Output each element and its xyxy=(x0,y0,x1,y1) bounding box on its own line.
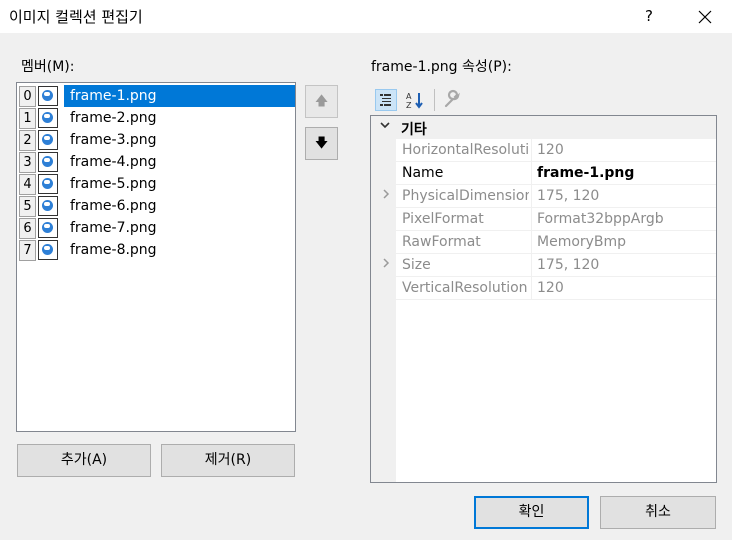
move-down-button[interactable]: 🡇 xyxy=(305,127,338,160)
chevron-right-icon[interactable] xyxy=(381,257,391,272)
list-item[interactable]: 5 frame-6.png xyxy=(19,195,295,217)
properties-label: frame-1.png 속성(P): xyxy=(371,59,512,75)
members-list[interactable]: 0 frame-1.png 1 frame-2.png 2 frame-3.pn… xyxy=(16,82,296,432)
window-title: 이미지 컬렉션 편집기 xyxy=(9,8,143,26)
image-thumbnail-icon xyxy=(38,196,58,216)
ok-button[interactable]: 확인 xyxy=(474,496,589,529)
property-name: RawFormat xyxy=(402,234,481,250)
property-row[interactable]: PixelFormat Format32bppArgb xyxy=(371,208,716,231)
list-item[interactable]: 7 frame-8.png xyxy=(19,239,295,261)
move-up-button[interactable]: 🡅 xyxy=(305,85,338,118)
list-item[interactable]: 1 frame-2.png xyxy=(19,107,295,129)
property-name: HorizontalResolution xyxy=(402,142,529,158)
image-thumbnail-icon xyxy=(38,86,58,106)
property-row[interactable]: HorizontalResolution 120 xyxy=(371,139,716,162)
arrow-down-icon: 🡇 xyxy=(314,136,329,151)
property-grid[interactable]: 기타 HorizontalResolution 120 Name frame-1… xyxy=(370,115,717,483)
categorized-icon xyxy=(380,94,391,106)
item-name: frame-4.png xyxy=(70,154,157,170)
chevron-right-icon[interactable] xyxy=(381,188,391,203)
title-bar: 이미지 컬렉션 편집기 ? xyxy=(0,0,732,33)
property-pages-button[interactable] xyxy=(441,89,463,111)
add-button[interactable]: 추가(A) xyxy=(17,444,151,477)
item-index: 7 xyxy=(19,240,36,261)
members-label: 멤버(M): xyxy=(21,59,75,75)
image-thumbnail-icon xyxy=(38,174,58,194)
item-name: frame-6.png xyxy=(70,198,157,214)
property-name: Name xyxy=(402,165,444,181)
image-thumbnail-icon xyxy=(38,108,58,128)
svg-text:A: A xyxy=(406,92,412,101)
cancel-button[interactable]: 취소 xyxy=(600,496,716,529)
category-row[interactable]: 기타 xyxy=(371,116,716,139)
property-value: Format32bppArgb xyxy=(537,211,664,227)
item-index: 6 xyxy=(19,218,36,239)
property-value: 175, 120 xyxy=(537,188,600,204)
property-value: 120 xyxy=(537,142,564,158)
item-index: 0 xyxy=(19,86,36,107)
categorized-button[interactable] xyxy=(375,89,397,111)
list-item[interactable]: 3 frame-4.png xyxy=(19,151,295,173)
image-thumbnail-icon xyxy=(38,130,58,150)
image-thumbnail-icon xyxy=(38,218,58,238)
property-name: PhysicalDimension xyxy=(402,188,529,204)
alphabetical-button[interactable]: A Z xyxy=(404,89,426,111)
list-item[interactable]: 6 frame-7.png xyxy=(19,217,295,239)
alphabetical-icon: A Z xyxy=(406,92,423,110)
arrow-up-icon: 🡅 xyxy=(314,94,329,109)
list-item[interactable]: 4 frame-5.png xyxy=(19,173,295,195)
item-index: 2 xyxy=(19,130,36,151)
property-value: 175, 120 xyxy=(537,257,600,273)
property-value: MemoryBmp xyxy=(537,234,627,250)
close-button[interactable] xyxy=(682,0,728,33)
list-item[interactable]: 2 frame-3.png xyxy=(19,129,295,151)
property-name: VerticalResolution xyxy=(402,280,528,296)
property-row[interactable]: Name frame-1.png xyxy=(371,162,716,185)
property-value: 120 xyxy=(537,280,564,296)
item-name: frame-2.png xyxy=(70,110,157,126)
item-name: frame-3.png xyxy=(70,132,157,148)
item-name: frame-1.png xyxy=(70,88,157,104)
item-name: frame-8.png xyxy=(70,242,157,258)
image-thumbnail-icon xyxy=(38,240,58,260)
item-name: frame-5.png xyxy=(70,176,157,192)
property-row[interactable]: RawFormat MemoryBmp xyxy=(371,231,716,254)
close-icon xyxy=(698,10,712,24)
svg-text:Z: Z xyxy=(406,101,412,110)
item-name: frame-7.png xyxy=(70,220,157,236)
property-row[interactable]: Size 175, 120 xyxy=(371,254,716,277)
item-index: 3 xyxy=(19,152,36,173)
image-thumbnail-icon xyxy=(38,152,58,172)
property-row[interactable]: VerticalResolution 120 xyxy=(371,277,716,300)
property-row[interactable]: PhysicalDimension 175, 120 xyxy=(371,185,716,208)
property-name: Size xyxy=(402,257,431,273)
item-index: 5 xyxy=(19,196,36,217)
item-index: 4 xyxy=(19,174,36,195)
category-label: 기타 xyxy=(401,122,427,138)
property-value[interactable]: frame-1.png xyxy=(537,162,634,184)
item-index: 1 xyxy=(19,108,36,129)
chevron-down-icon xyxy=(379,119,391,134)
property-name: PixelFormat xyxy=(402,211,484,227)
remove-button[interactable]: 제거(R) xyxy=(161,444,295,477)
wrench-icon xyxy=(444,89,460,108)
toolbar-separator xyxy=(434,89,435,111)
list-item[interactable]: 0 frame-1.png xyxy=(19,85,295,107)
help-button[interactable]: ? xyxy=(626,0,672,33)
